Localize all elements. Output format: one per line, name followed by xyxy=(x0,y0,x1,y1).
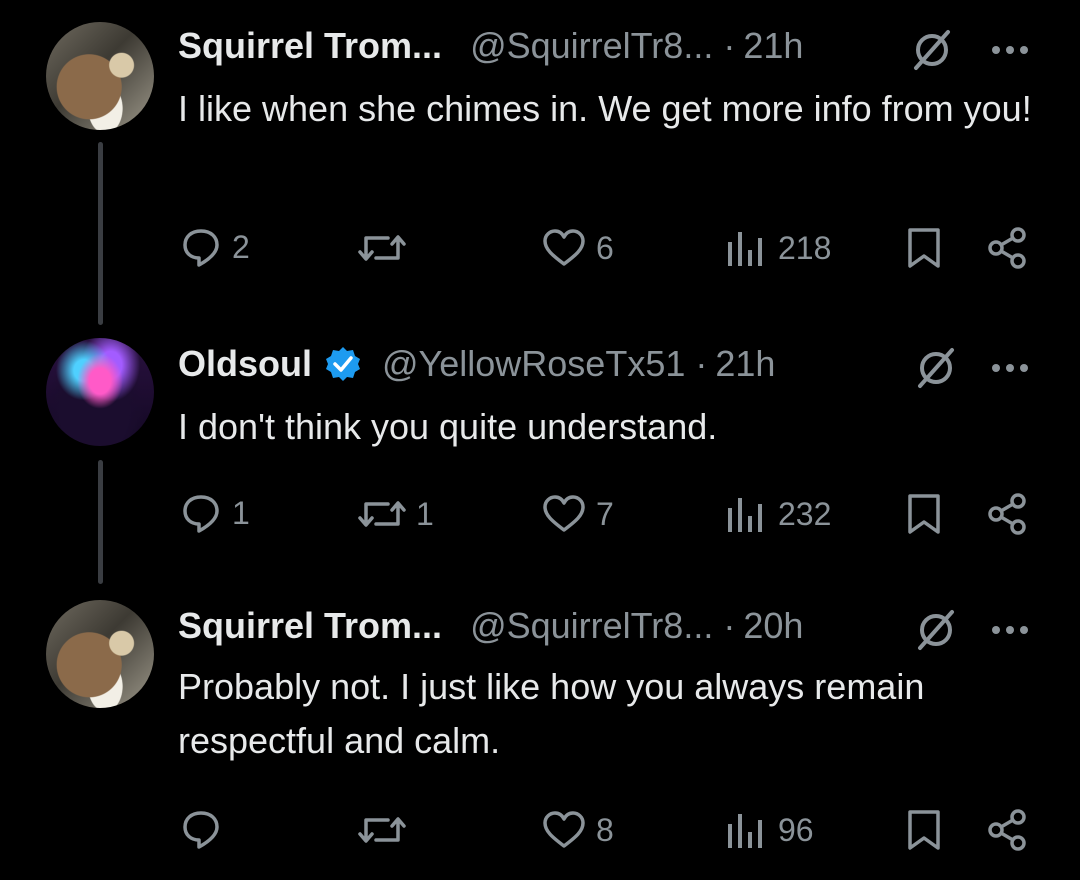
thread-line xyxy=(98,142,103,325)
view-count: 232 xyxy=(778,495,832,532)
views-button[interactable]: 232 xyxy=(724,494,831,534)
more-options-icon[interactable] xyxy=(990,362,1030,374)
avatar-aurora[interactable] xyxy=(46,338,154,446)
like-button[interactable]: 8 xyxy=(542,810,614,850)
author-name[interactable]: Oldsoul xyxy=(178,342,312,386)
thread-line xyxy=(98,460,103,584)
author-handle[interactable]: @YellowRoseTx51 xyxy=(382,342,685,386)
repost-button[interactable] xyxy=(358,810,416,850)
bookmark-icon xyxy=(908,810,940,850)
like-button[interactable]: 6 xyxy=(542,228,614,268)
separator-dot: · xyxy=(723,605,736,646)
share-button[interactable] xyxy=(986,808,1030,852)
share-icon xyxy=(988,493,1026,535)
reply-icon xyxy=(183,811,219,849)
tweet-2[interactable]: Oldsoul @YellowRoseTx51 · 21h I don't th… xyxy=(0,320,1080,590)
reply-icon xyxy=(183,495,219,533)
bookmark-icon xyxy=(908,228,940,268)
bookmark-button[interactable] xyxy=(906,226,942,270)
tweet-text: Probably not. I just like how you always… xyxy=(178,666,925,761)
grok-icon[interactable] xyxy=(914,608,958,652)
heart-icon xyxy=(543,811,585,848)
bookmark-button[interactable] xyxy=(906,492,942,536)
more-options-icon[interactable] xyxy=(990,44,1030,56)
author-name[interactable]: Squirrel Trom... xyxy=(178,24,442,68)
timestamp[interactable]: 21h xyxy=(743,24,803,68)
tweet-header: Squirrel Trom... @SquirrelTr8... · 20h xyxy=(178,604,803,648)
tweet-header: Squirrel Trom... @SquirrelTr8... · 21h xyxy=(178,24,803,68)
share-button[interactable] xyxy=(986,492,1030,536)
reply-icon xyxy=(183,229,219,267)
more-options-icon[interactable] xyxy=(990,624,1030,636)
tweet-text: I like when she chimes in. We get more i… xyxy=(178,88,1032,129)
author-handle[interactable]: @SquirrelTr8... xyxy=(470,604,713,648)
repost-count: 1 xyxy=(416,495,434,532)
tweet-1[interactable]: Squirrel Trom... @SquirrelTr8... · 21h I… xyxy=(0,0,1080,330)
heart-icon xyxy=(543,229,585,266)
repost-icon xyxy=(358,817,406,843)
repost-icon xyxy=(358,235,406,261)
heart-icon xyxy=(543,495,585,532)
verified-badge-icon[interactable] xyxy=(324,345,362,383)
share-icon xyxy=(988,227,1026,269)
bookmark-button[interactable] xyxy=(906,808,942,852)
repost-button[interactable] xyxy=(358,228,416,268)
avatar-squirrel[interactable] xyxy=(46,600,154,708)
analytics-icon xyxy=(728,232,762,266)
analytics-icon xyxy=(728,498,762,532)
reply-button[interactable]: 1 xyxy=(180,492,250,534)
reply-button[interactable] xyxy=(180,808,232,850)
share-icon xyxy=(988,809,1026,851)
reply-count: 2 xyxy=(232,228,250,265)
tweet-header: Oldsoul @YellowRoseTx51 · 21h xyxy=(178,342,775,386)
timestamp[interactable]: 21h xyxy=(715,342,775,386)
author-name[interactable]: Squirrel Trom... xyxy=(178,604,442,648)
separator-dot: · xyxy=(723,25,736,66)
repost-button[interactable]: 1 xyxy=(358,494,434,534)
grok-icon[interactable] xyxy=(914,346,958,390)
view-count: 218 xyxy=(778,229,832,266)
bookmark-icon xyxy=(908,494,940,534)
like-count: 6 xyxy=(596,229,614,266)
grok-icon[interactable] xyxy=(910,28,954,72)
views-button[interactable]: 218 xyxy=(724,228,831,268)
author-handle[interactable]: @SquirrelTr8... xyxy=(470,24,713,68)
repost-icon xyxy=(358,501,406,527)
timestamp[interactable]: 20h xyxy=(743,604,803,648)
like-count: 7 xyxy=(596,495,614,532)
view-count: 96 xyxy=(778,811,814,848)
like-button[interactable]: 7 xyxy=(542,494,614,534)
separator-dot: · xyxy=(695,343,708,384)
analytics-icon xyxy=(728,814,762,848)
share-button[interactable] xyxy=(986,226,1030,270)
tweet-text: I don't think you quite understand. xyxy=(178,406,718,447)
reply-count: 1 xyxy=(232,494,250,531)
tweet-3[interactable]: Squirrel Trom... @SquirrelTr8... · 20h P… xyxy=(0,582,1080,880)
like-count: 8 xyxy=(596,811,614,848)
reply-button[interactable]: 2 xyxy=(180,226,250,268)
views-button[interactable]: 96 xyxy=(724,810,814,850)
avatar-squirrel[interactable] xyxy=(46,22,154,130)
